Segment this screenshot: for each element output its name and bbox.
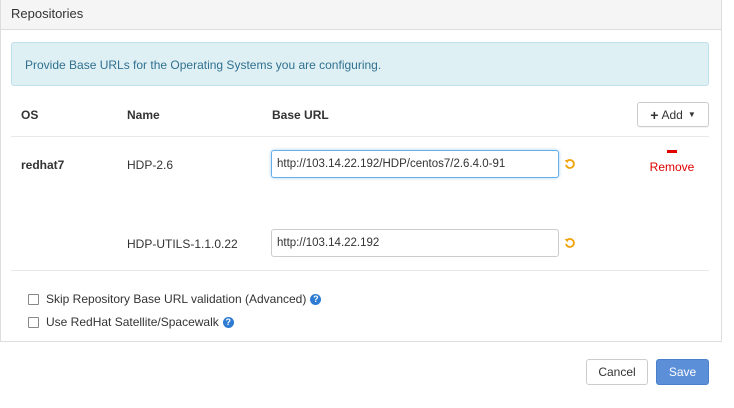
column-header-os: OS: [21, 108, 39, 122]
plus-icon: +: [650, 106, 659, 123]
question-icon[interactable]: ?: [222, 316, 234, 328]
table-bottom-divider: [11, 270, 709, 271]
satellite-checkbox[interactable]: [28, 316, 39, 328]
skip-validation-option: Skip Repository Base URL validation (Adv…: [28, 292, 322, 306]
satellite-label: Use RedHat Satellite/Spacewalk: [46, 315, 219, 329]
repo-name: HDP-UTILS-1.1.0.22: [127, 237, 238, 251]
add-button-label: Add: [661, 107, 683, 122]
add-repository-button[interactable]: + Add ▼: [637, 102, 709, 127]
question-icon[interactable]: ?: [310, 293, 322, 305]
save-button[interactable]: Save: [656, 359, 709, 385]
repo-name: HDP-2.6: [127, 158, 174, 172]
minus-icon: [667, 150, 677, 153]
os-label: redhat7: [21, 158, 65, 172]
undo-icon[interactable]: [564, 237, 576, 249]
column-header-name: Name: [127, 108, 160, 122]
caret-down-icon: ▼: [687, 110, 696, 119]
base-url-input[interactable]: http://103.14.22.192: [271, 229, 559, 257]
repositories-panel: Repositories Provide Base URLs for the O…: [0, 0, 722, 342]
satellite-option: Use RedHat Satellite/Spacewalk ?: [28, 315, 234, 329]
header-divider: [11, 136, 709, 137]
remove-os-button[interactable]: Remove: [649, 150, 695, 174]
panel-title: Repositories: [1, 0, 721, 30]
column-header-base-url: Base URL: [272, 108, 329, 122]
info-message: Provide Base URLs for the Operating Syst…: [11, 42, 709, 86]
undo-icon[interactable]: [564, 158, 576, 170]
skip-validation-checkbox[interactable]: [28, 293, 39, 305]
skip-validation-label: Skip Repository Base URL validation (Adv…: [46, 292, 307, 306]
base-url-input[interactable]: http://103.14.22.192/HDP/centos7/2.6.4.0…: [271, 150, 559, 178]
cancel-button[interactable]: Cancel: [586, 359, 648, 385]
remove-label: Remove: [649, 160, 695, 174]
